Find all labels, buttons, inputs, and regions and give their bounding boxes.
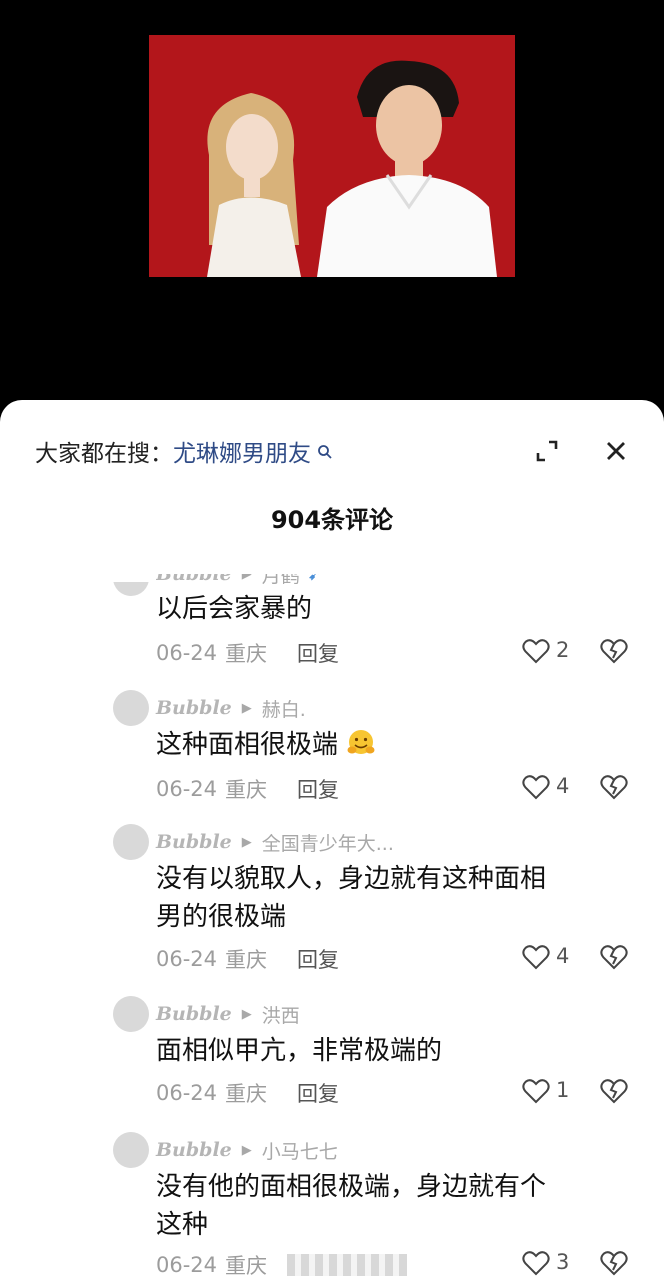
comment-location: 重庆 xyxy=(225,642,268,666)
avatar[interactable] xyxy=(113,690,149,726)
comment-text: 没有他的面相很极端，身边就有个 这种 xyxy=(156,1168,636,1244)
avatar[interactable] xyxy=(113,582,149,596)
comment-username[interactable]: Bubble xyxy=(156,831,232,853)
comment-footer: 06-24 重庆 回复 xyxy=(156,1078,339,1108)
video-area[interactable] xyxy=(0,0,664,400)
like-count: 2 xyxy=(556,638,570,662)
reply-to-username[interactable]: 全国青少年大... xyxy=(262,829,394,856)
comment-meta: Bubble ▶ 月鹤 ➹ xyxy=(156,564,322,588)
comment-meta: Bubble ▶ 小马七七 xyxy=(156,1136,338,1164)
comment-text-line: 以后会家暴的 xyxy=(156,594,313,624)
reply-button[interactable]: 回复 xyxy=(297,774,339,804)
search-icon xyxy=(318,445,332,459)
avatar[interactable] xyxy=(113,1132,149,1168)
hugging-face-emoji-icon xyxy=(347,730,375,754)
watermark-overlay xyxy=(287,1254,408,1276)
comment-text-line: 没有他的面相很极端，身边就有个 xyxy=(156,1172,547,1202)
reply-to-username[interactable]: 赫白. xyxy=(262,695,306,722)
comment-username[interactable]: Bubble xyxy=(156,697,232,719)
heart-icon[interactable] xyxy=(522,944,550,970)
expand-icon[interactable] xyxy=(534,438,560,464)
comment-username[interactable]: Bubble xyxy=(156,1003,232,1025)
avatar[interactable] xyxy=(113,996,149,1032)
man-figure xyxy=(317,60,497,277)
trending-search[interactable]: 大家都在搜： 尤琳娜男朋友 xyxy=(35,434,333,468)
avatar[interactable] xyxy=(113,824,149,860)
heart-icon[interactable] xyxy=(522,1078,550,1104)
comment-date: 06-24 xyxy=(156,947,218,971)
comment-item: Bubble ▶ 洪西 面相似甲亢，非常极端的 06-24 重庆 回复 1 xyxy=(0,994,664,1114)
broken-heart-icon[interactable] xyxy=(600,638,628,664)
comment-footer: 06-24 重庆 回复 xyxy=(156,774,339,804)
comment-text-line: 这种 xyxy=(156,1210,209,1240)
comment-username[interactable]: Bubble xyxy=(156,1139,232,1161)
reply-to-username[interactable]: 洪西 xyxy=(262,1001,300,1028)
like-count: 3 xyxy=(556,1250,570,1274)
broken-heart-icon[interactable] xyxy=(600,944,628,970)
comment-footer: 06-24 重庆 xyxy=(156,1250,408,1280)
broken-heart-icon[interactable] xyxy=(600,774,628,800)
reply-to-username[interactable]: 月鹤 xyxy=(262,574,300,588)
comment-location: 重庆 xyxy=(225,1082,268,1106)
couple-photo xyxy=(149,35,515,277)
trending-search-prefix: 大家都在搜： xyxy=(35,441,173,467)
reply-arrow-icon: ▶ xyxy=(241,700,252,716)
like-count: 4 xyxy=(556,944,570,968)
comment-text-line: 没有以貌取人，身边就有这种面相 xyxy=(156,864,547,894)
reply-arrow-icon: ▶ xyxy=(241,1006,252,1022)
comment-meta: Bubble ▶ 赫白. xyxy=(156,694,306,722)
comment-footer: 06-24 重庆 回复 xyxy=(156,638,339,668)
comment-date: 06-24 xyxy=(156,1081,218,1105)
comment-meta: Bubble ▶ 洪西 xyxy=(156,1000,300,1028)
reply-arrow-icon: ▶ xyxy=(241,834,252,850)
broken-heart-icon[interactable] xyxy=(600,1250,628,1276)
comment-meta: Bubble ▶ 全国青少年大... xyxy=(156,828,394,856)
comment-date: 06-24 xyxy=(156,777,218,801)
reply-arrow-icon: ▶ xyxy=(241,1142,252,1158)
comment-location: 重庆 xyxy=(225,948,268,972)
comment-text: 这种面相很极端 xyxy=(156,726,636,764)
reply-arrow-icon: ▶ xyxy=(241,566,252,582)
comment-count-title: 904条评论 xyxy=(270,506,394,534)
reply-button[interactable]: 回复 xyxy=(297,1078,339,1108)
comment-text-line: 这种面相很极端 xyxy=(156,730,339,760)
reply-button[interactable]: 回复 xyxy=(297,944,339,974)
reply-button[interactable]: 回复 xyxy=(297,638,339,668)
heart-icon[interactable] xyxy=(522,1250,550,1276)
woman-figure xyxy=(207,93,301,277)
comment-date: 06-24 xyxy=(156,641,218,665)
close-icon[interactable] xyxy=(603,438,629,464)
broken-heart-icon[interactable] xyxy=(600,1078,628,1104)
like-count: 4 xyxy=(556,774,570,798)
comment-footer: 06-24 重庆 回复 xyxy=(156,944,339,974)
comment-text: 没有以貌取人，身边就有这种面相 男的很极端 xyxy=(156,860,636,936)
comment-item: Bubble ▶ 月鹤 ➹ 以后会家暴的 06-24 重庆 回复 2 xyxy=(0,552,664,672)
heart-icon[interactable] xyxy=(522,774,550,800)
comment-text: 以后会家暴的 xyxy=(156,590,636,628)
comment-date: 06-24 xyxy=(156,1253,218,1277)
comment-text-line: 面相似甲亢，非常极端的 xyxy=(156,1036,443,1066)
trending-search-term[interactable]: 尤琳娜男朋友 xyxy=(173,434,311,468)
blue-ribbon-icon: ➹ xyxy=(307,564,322,584)
comment-item: Bubble ▶ 全国青少年大... 没有以貌取人，身边就有这种面相 男的很极端… xyxy=(0,822,664,982)
comment-text: 面相似甲亢，非常极端的 xyxy=(156,1032,636,1070)
comment-location: 重庆 xyxy=(225,1254,268,1278)
comment-username[interactable]: Bubble xyxy=(156,574,232,585)
comment-item: Bubble ▶ 小马七七 没有他的面相很极端，身边就有个 这种 06-24 重… xyxy=(0,1130,664,1280)
comments-sheet: 大家都在搜： 尤琳娜男朋友 904条评论 Bubble ▶ 月鹤 ➹ 以后会家暴… xyxy=(0,400,664,1280)
like-count: 1 xyxy=(556,1078,570,1102)
comment-location: 重庆 xyxy=(225,778,268,802)
comment-item: Bubble ▶ 赫白. 这种面相很极端 06-24 重庆 回复 4 xyxy=(0,688,664,808)
heart-icon[interactable] xyxy=(522,638,550,664)
reply-to-username[interactable]: 小马七七 xyxy=(262,1137,338,1164)
comment-text-line: 男的很极端 xyxy=(156,902,287,932)
